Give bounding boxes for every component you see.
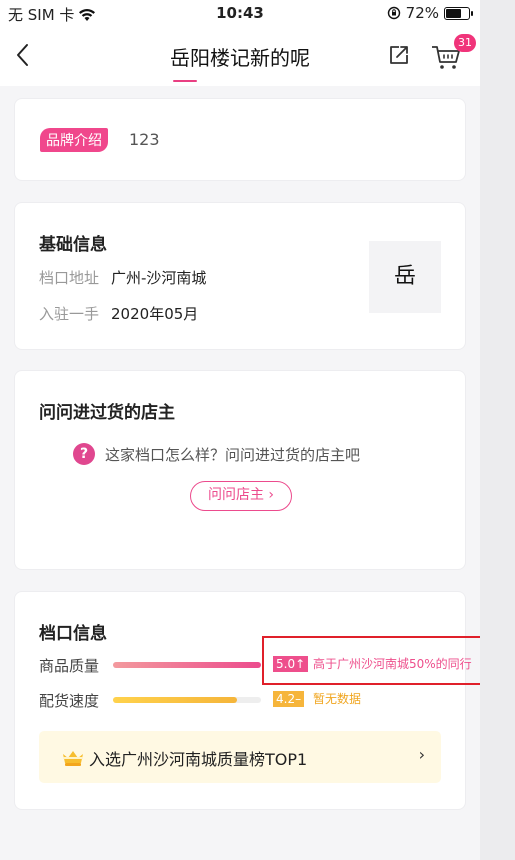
stall-address-row: 档口地址 广州-沙河南城 — [39, 267, 206, 288]
brand-intro-card: 品牌介绍 123 — [14, 98, 466, 181]
quality-rank-banner[interactable]: 入选广州沙河南城质量榜TOP1 › — [39, 731, 441, 783]
brand-intro-tag: 品牌介绍 — [40, 128, 108, 152]
chevron-right-icon: › — [418, 745, 425, 764]
share-icon[interactable] — [388, 44, 410, 66]
store-detail-page: 无 SIM 卡 10:43 72% 岳阳楼记新的呢 31 品牌介绍 123 基础… — [0, 0, 480, 860]
brand-intro-text: 123 — [129, 130, 160, 149]
stall-info-card: 档口信息 商品质量 5.0↑ 高于广州沙河南城50%的同行 配货速度 4.2– … — [14, 591, 472, 810]
joined-date-row: 入驻一手 2020年05月 — [39, 303, 198, 324]
battery-fill — [446, 8, 462, 18]
cart-count-badge: 31 — [454, 34, 476, 52]
orientation-lock-icon — [387, 6, 400, 20]
status-right: 72% — [387, 4, 473, 22]
ask-prompt-line: ? 这家档口怎么样？问问进过货的店主吧 — [73, 443, 360, 465]
ask-owners-card: 问问进过货的店主 ? 这家档口怎么样？问问进过货的店主吧 问问店主 › — [14, 370, 466, 570]
ask-owners-title: 问问进过货的店主 — [39, 403, 175, 423]
ask-prompt-text: 这家档口怎么样？问问进过货的店主吧 — [105, 445, 361, 464]
right-gutter — [480, 0, 515, 860]
highlight-annotation-box — [262, 636, 503, 685]
basic-info-title: 基础信息 — [39, 235, 107, 255]
delivery-score-badge: 4.2– — [273, 691, 305, 707]
quality-bar-fill — [113, 662, 261, 668]
delivery-label: 配货速度 — [39, 692, 100, 710]
stall-address-label: 档口地址 — [39, 269, 100, 287]
battery-percent: 72% — [405, 4, 439, 22]
quality-label: 商品质量 — [39, 657, 100, 675]
ask-owner-button[interactable]: 问问店主 › — [190, 481, 292, 511]
question-icon: ? — [73, 443, 95, 465]
joined-date-value: 2020年05月 — [111, 305, 199, 323]
delivery-bar-track — [113, 697, 261, 703]
stall-info-title: 档口信息 — [39, 624, 107, 644]
crown-icon — [63, 751, 83, 766]
basic-info-card: 基础信息 档口地址 广州-沙河南城 入驻一手 2020年05月 岳 — [14, 202, 466, 350]
store-logo: 岳 — [369, 241, 441, 313]
battery-icon — [444, 6, 473, 20]
quality-bar-track — [113, 662, 261, 668]
delivery-note: 暂无数据 — [313, 692, 362, 706]
nav-bar: 岳阳楼记新的呢 31 — [0, 28, 480, 86]
delivery-metric-row: 配货速度 4.2– 暂无数据 — [39, 690, 469, 710]
joined-date-label: 入驻一手 — [39, 305, 100, 323]
status-bar: 无 SIM 卡 10:43 72% — [0, 0, 480, 28]
stall-address-value: 广州-沙河南城 — [111, 269, 207, 287]
quality-rank-text: 入选广州沙河南城质量榜TOP1 — [89, 750, 308, 769]
delivery-bar-fill — [113, 697, 238, 703]
title-underline — [173, 80, 197, 82]
